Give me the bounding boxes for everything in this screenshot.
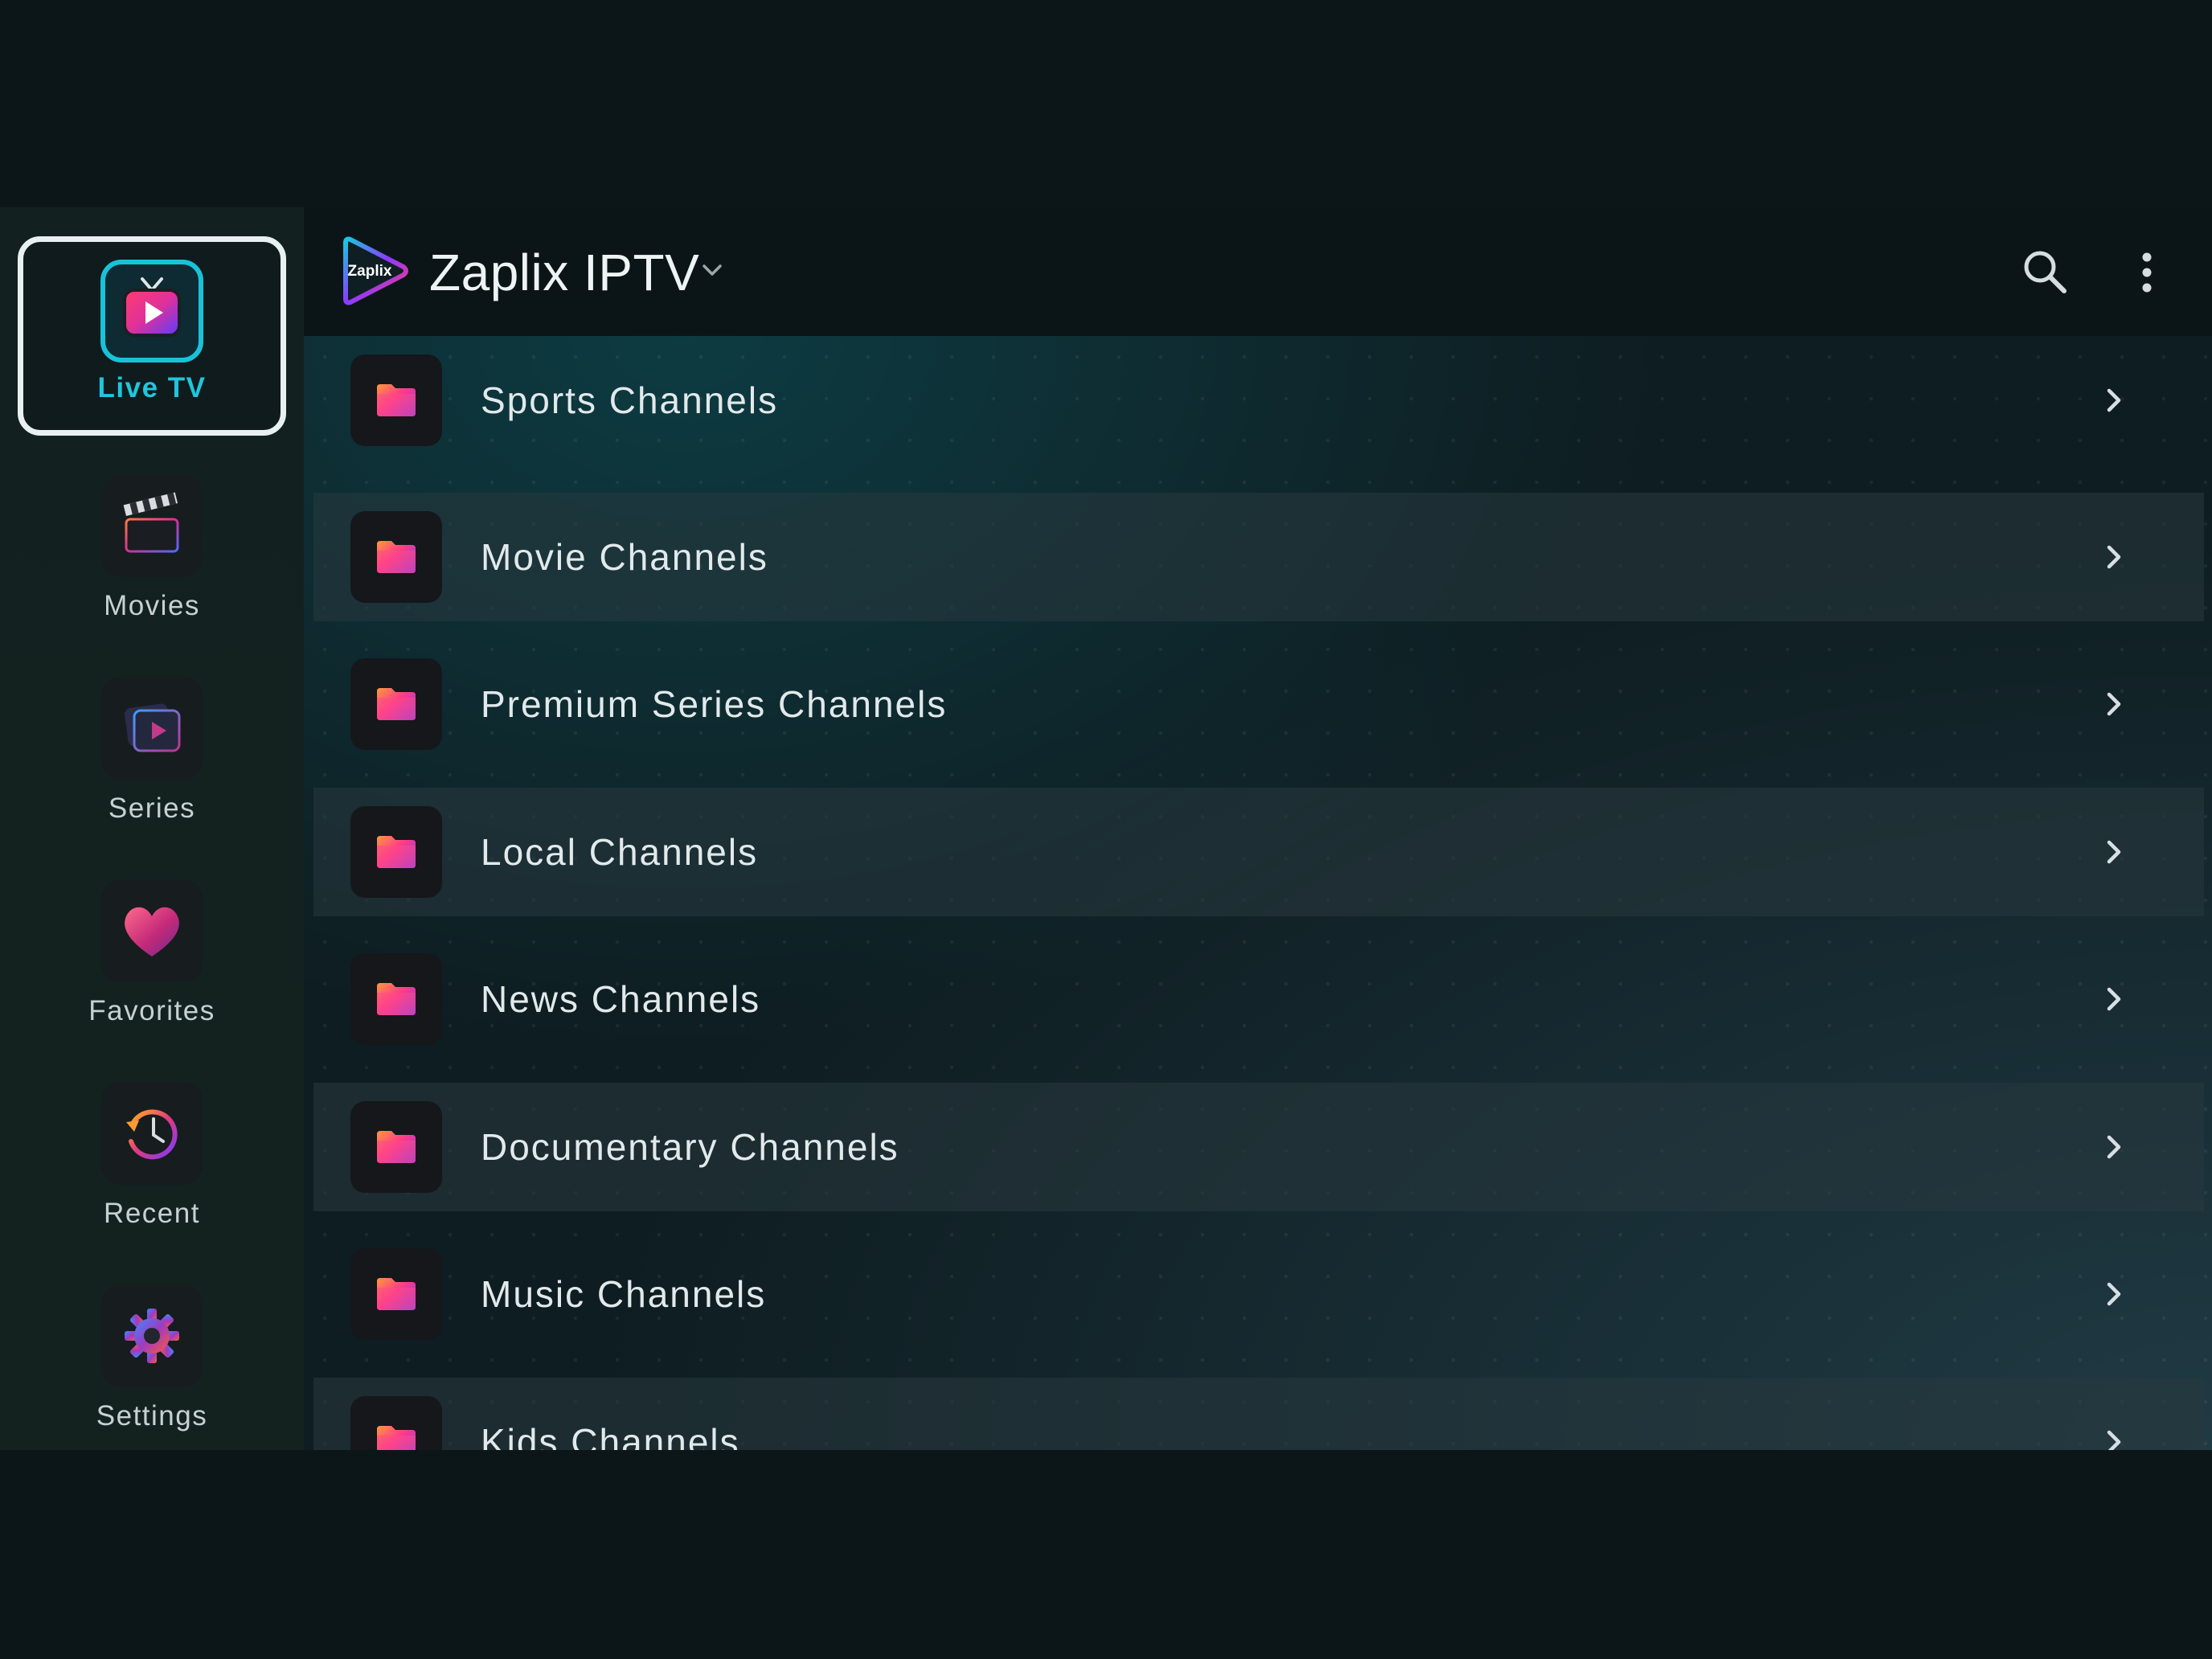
sidebar-item-label: Recent (104, 1198, 200, 1229)
chevron-right-icon (2098, 384, 2130, 416)
chevron-down-icon[interactable] (699, 257, 725, 283)
sidebar-item-movies[interactable]: Movies (18, 453, 286, 653)
category-label: Documentary Channels (481, 1126, 899, 1168)
category-row-movie[interactable]: Movie Channels (313, 493, 2204, 621)
chevron-right-icon (2098, 1426, 2130, 1450)
chevron-right-icon (2098, 688, 2130, 720)
folder-icon (350, 1396, 442, 1450)
category-row-local[interactable]: Local Channels (313, 788, 2204, 916)
search-button[interactable] (2017, 244, 2074, 301)
folder-icon (350, 1101, 442, 1193)
category-row-music[interactable]: Music Channels (313, 1230, 2204, 1358)
category-label: Music Channels (481, 1273, 767, 1315)
category-label: Movie Channels (481, 536, 768, 578)
chevron-right-icon (2098, 541, 2130, 573)
svg-text:Zaplix: Zaplix (348, 263, 392, 280)
folder-icon (350, 354, 442, 446)
zaplix-logo: Zaplix (339, 236, 408, 305)
app-window: Live TV Movies Series Favorites Recent S… (0, 207, 2212, 1450)
sidebar-item-label: Movies (104, 590, 200, 621)
sidebar: Live TV Movies Series Favorites Recent S… (0, 207, 304, 1450)
category-list: Sports Channels Movie Channels Premium S… (304, 336, 2212, 1450)
heart-icon (100, 879, 203, 982)
app-header: Zaplix Zaplix IPTV (304, 207, 2212, 336)
gear-icon (100, 1284, 203, 1387)
sidebar-item-series[interactable]: Series (18, 656, 286, 855)
clapperboard-icon (100, 474, 203, 577)
folder-icon (350, 953, 442, 1045)
history-icon (100, 1082, 203, 1185)
chevron-right-icon (2098, 983, 2130, 1015)
sidebar-item-label: Settings (96, 1400, 208, 1432)
folder-icon (350, 511, 442, 603)
category-row-documentary[interactable]: Documentary Channels (313, 1083, 2204, 1211)
series-play-icon (100, 677, 203, 780)
category-row-premium-series[interactable]: Premium Series Channels (313, 640, 2204, 768)
more-options-button[interactable] (2127, 244, 2167, 301)
sidebar-item-live-tv[interactable]: Live TV (18, 236, 286, 436)
category-label: Kids Channels (481, 1421, 740, 1450)
category-row-kids[interactable]: Kids Channels (313, 1378, 2204, 1450)
chevron-right-icon (2098, 1278, 2130, 1310)
category-label: Premium Series Channels (481, 683, 948, 725)
folder-icon (350, 806, 442, 898)
app-title: Zaplix IPTV (429, 244, 700, 301)
sidebar-item-favorites[interactable]: Favorites (18, 858, 286, 1058)
chevron-right-icon (2098, 836, 2130, 868)
tv-icon (100, 260, 203, 363)
chevron-right-icon (2098, 1131, 2130, 1163)
category-label: News Channels (481, 978, 761, 1020)
sidebar-item-recent[interactable]: Recent (18, 1061, 286, 1260)
category-row-news[interactable]: News Channels (313, 935, 2204, 1063)
sidebar-item-label: Live TV (97, 372, 207, 403)
sidebar-item-settings[interactable]: Settings (18, 1264, 286, 1450)
folder-icon (350, 1248, 442, 1340)
category-label: Sports Channels (481, 379, 779, 421)
sidebar-item-label: Favorites (88, 995, 215, 1026)
more-vertical-icon (2142, 252, 2152, 293)
category-row-sports[interactable]: Sports Channels (313, 336, 2204, 465)
sidebar-item-label: Series (108, 793, 196, 824)
search-icon (2024, 251, 2067, 293)
folder-icon (350, 658, 442, 750)
category-label: Local Channels (481, 831, 759, 873)
